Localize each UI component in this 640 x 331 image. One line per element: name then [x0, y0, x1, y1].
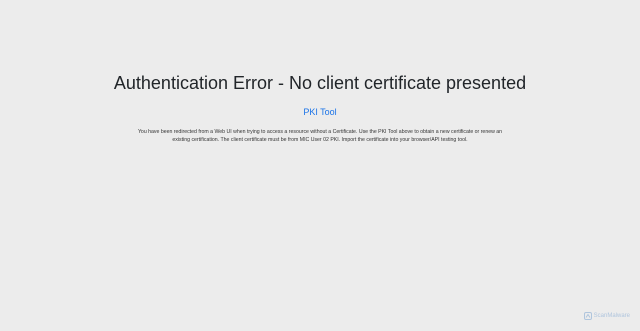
error-content: Authentication Error - No client certifi…: [0, 72, 640, 144]
error-description: You have been redirected from a Web UI w…: [137, 129, 503, 143]
scanmalware-logo-icon: [583, 312, 592, 320]
page-title: Authentication Error - No client certifi…: [113, 73, 527, 93]
watermark: ScanMalware: [583, 312, 630, 320]
pki-tool-link[interactable]: PKI Tool: [303, 106, 336, 118]
watermark-label: ScanMalware: [593, 313, 630, 319]
